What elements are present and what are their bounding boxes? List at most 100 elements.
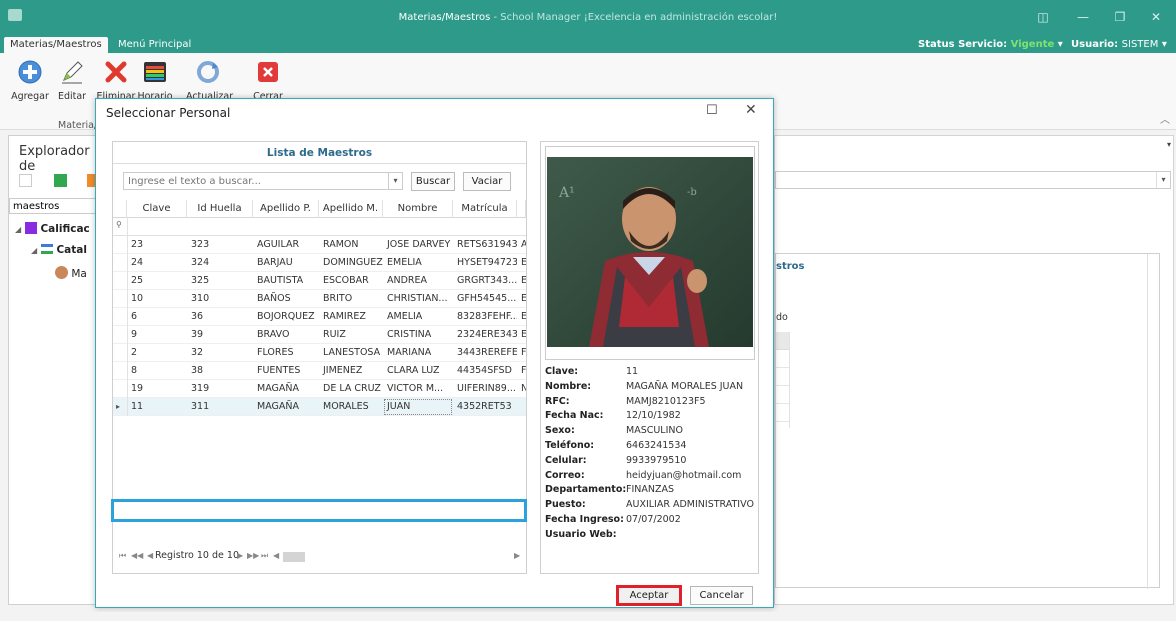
table-cell[interactable]: BAÑOS (253, 290, 319, 308)
table-cell[interactable]: RAMIREZ (319, 308, 383, 326)
pager-next-page-icon[interactable]: ▶▶ (247, 551, 259, 560)
table-cell[interactable]: E (517, 308, 526, 326)
table-cell[interactable]: AGUILAR (253, 236, 319, 254)
table-cell[interactable]: DE LA CRUZ (319, 380, 383, 398)
combo-arrow-icon[interactable]: ▾ (1156, 172, 1170, 188)
search-dropdown-icon[interactable]: ▾ (389, 172, 403, 190)
green-square-icon[interactable] (54, 174, 67, 187)
table-cell[interactable]: ANDREA (383, 272, 453, 290)
table-cell[interactable]: RAMON (319, 236, 383, 254)
table-cell[interactable]: E (517, 290, 526, 308)
table-cell[interactable]: 2324ERE3434 (453, 326, 517, 344)
table-cell[interactable]: 323 (187, 236, 253, 254)
table-cell[interactable]: VICTOR M... (383, 380, 453, 398)
table-cell[interactable]: MAGAÑA (253, 398, 319, 416)
table-row[interactable]: 6 36 BOJORQUEZ RAMIREZ AMELIA 83283FEHF... E (113, 308, 526, 326)
table-row[interactable]: 8 38 FUENTES JIMENEZ CLARA LUZ 44354SFSD F (113, 362, 526, 380)
col-header-clave[interactable]: Clave (127, 200, 187, 218)
pager-first-icon[interactable]: ⏮ (119, 551, 126, 561)
table-cell[interactable]: FUENTES (253, 362, 319, 380)
table-cell[interactable]: JOSE DARVEY (383, 236, 453, 254)
table-cell[interactable]: 11 (127, 398, 187, 416)
table-cell[interactable]: 39 (187, 326, 253, 344)
table-cell[interactable]: 6 (127, 308, 187, 326)
table-cell[interactable]: GFH54545... (453, 290, 517, 308)
table-cell[interactable]: AMELIA (383, 308, 453, 326)
table-row[interactable]: 24324BARJAUDOMINGUEZEMELIAHYSET94723TE (113, 254, 526, 272)
ribbon-collapse-icon[interactable]: ︿ (1160, 111, 1170, 126)
table-cell[interactable]: 83283FEHF... (453, 308, 517, 326)
delete-button[interactable]: Eliminar (94, 59, 138, 102)
restore-layout-icon[interactable]: ◫ (1033, 8, 1053, 26)
table-cell[interactable]: 38 (187, 362, 253, 380)
table-cell[interactable]: CLARA LUZ (383, 362, 453, 380)
table-cell[interactable]: DOMINGUEZ (319, 254, 383, 272)
expand-icon[interactable]: ◢ (31, 246, 37, 255)
table-cell[interactable]: 310 (187, 290, 253, 308)
table-cell[interactable]: MAGAÑA (253, 380, 319, 398)
table-cell[interactable]: BOJORQUEZ (253, 308, 319, 326)
table-row[interactable]: 19 319 MAGAÑA DE LA CRUZ VICTOR M... UIFERIN8… (113, 380, 526, 398)
table-row[interactable]: ▸ 11 311 MAGAÑA MORALES JUAN 4352RET53 (113, 398, 526, 416)
table-cell[interactable]: 25 (127, 272, 187, 290)
table-cell[interactable]: GRGRT343... (453, 272, 517, 290)
col-header-id-huella[interactable]: Id Huella (187, 200, 253, 218)
search-button[interactable]: Buscar (411, 172, 455, 191)
table-cell[interactable]: 19 (127, 380, 187, 398)
filter-row[interactable]: ⚲ (113, 218, 526, 236)
pager-last-icon[interactable]: ⏭ (261, 551, 268, 561)
table-row[interactable]: 10 310 BAÑOS BRITO CHRISTIAN... GFH54545... E (113, 290, 526, 308)
edit-button[interactable]: Editar (50, 59, 94, 102)
table-cell[interactable]: 23 (127, 236, 187, 254)
table-cell[interactable]: RUIZ (319, 326, 383, 344)
table-cell[interactable]: 325 (187, 272, 253, 290)
panel-dropdown-icon[interactable]: ▾ (1167, 140, 1171, 149)
col-header-apellido-p[interactable]: Apellido P. (253, 200, 319, 218)
background-combo[interactable]: ▾ (775, 171, 1171, 189)
pager-prev-icon[interactable]: ◀ (147, 551, 153, 560)
tab-menu-principal[interactable]: Menú Principal (112, 37, 197, 53)
tree-node-catalogos[interactable]: ◢ Catal (31, 244, 87, 256)
dialog-close-icon[interactable]: ✕ (745, 102, 757, 118)
table-cell[interactable]: BARJAU (253, 254, 319, 272)
table-cell[interactable]: CHRISTIAN... (383, 290, 453, 308)
refresh-button[interactable]: Actualizar (186, 59, 233, 102)
tree-node-maestros[interactable]: Ma (55, 266, 87, 280)
user-status[interactable]: Usuario: SISTEM ▾ (1071, 39, 1167, 50)
table-cell[interactable]: 24 (127, 254, 187, 272)
table-cell[interactable]: ESCOBAR (319, 272, 383, 290)
pager-next-icon[interactable]: ▶ (237, 551, 243, 560)
clear-button[interactable]: Vaciar (463, 172, 511, 191)
col-header-apellido-m[interactable]: Apellido M. (319, 200, 383, 218)
table-cell[interactable]: RETS6319432 (453, 236, 517, 254)
table-cell[interactable]: E (517, 272, 526, 290)
table-cell[interactable]: 8 (127, 362, 187, 380)
table-cell[interactable]: E (517, 326, 526, 344)
accept-button[interactable]: Aceptar (616, 585, 682, 606)
scroll-left-icon[interactable]: ◀ (273, 551, 279, 560)
maximize-icon[interactable]: ❐ (1110, 8, 1130, 26)
horizontal-scroll-thumb[interactable] (283, 552, 305, 562)
table-cell[interactable]: UIFERIN89... (453, 380, 517, 398)
scroll-right-icon[interactable]: ▶ (514, 551, 520, 560)
table-cell[interactable]: 36 (187, 308, 253, 326)
table-cell[interactable]: MARIANA (383, 344, 453, 362)
table-cell[interactable]: FLORES (253, 344, 319, 362)
table-cell[interactable]: E (517, 254, 526, 272)
table-cell[interactable]: BRAVO (253, 326, 319, 344)
table-cell[interactable]: EMELIA (383, 254, 453, 272)
table-cell[interactable]: 3443REREFE (453, 344, 517, 362)
service-status[interactable]: Status Servicio: Vigente ▾ (918, 39, 1063, 50)
table-cell[interactable]: A (517, 236, 526, 254)
table-cell[interactable]: 4352RET53 (453, 398, 517, 416)
table-cell[interactable]: 2 (127, 344, 187, 362)
table-row[interactable]: 2 32 FLORES LANESTOSA MARIANA 3443REREFE F (113, 344, 526, 362)
add-button[interactable]: Agregar (8, 59, 52, 102)
table-cell[interactable]: 319 (187, 380, 253, 398)
table-cell[interactable]: BRITO (319, 290, 383, 308)
tab-materias-maestros[interactable]: Materias/Maestros (4, 37, 108, 53)
table-cell[interactable]: F (517, 362, 526, 380)
table-cell[interactable]: JIMENEZ (319, 362, 383, 380)
table-cell[interactable]: MORALES (319, 398, 383, 416)
table-cell[interactable]: CRISTINA (383, 326, 453, 344)
